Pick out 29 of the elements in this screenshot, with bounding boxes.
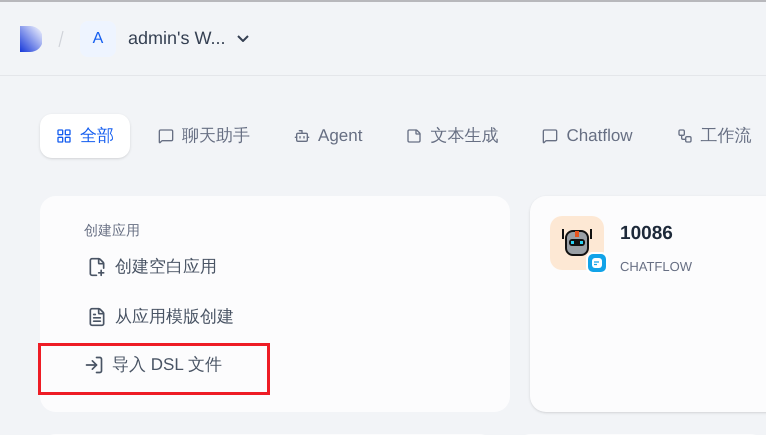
chat-icon [158, 128, 174, 144]
card-title: 创建应用 [84, 221, 141, 240]
chat-icon [542, 128, 558, 144]
workspace-avatar: A [80, 20, 116, 56]
create-option[interactable]: 从应用模版创建 [87, 298, 234, 336]
text-icon [406, 128, 422, 144]
app-card[interactable]: 10086 CHATFLOW [530, 196, 766, 412]
chevron-down-icon [237, 35, 250, 42]
category-tab[interactable]: Agent [278, 114, 378, 158]
breadcrumb-divider [58, 30, 64, 48]
category-tab[interactable]: 全部 [40, 114, 130, 158]
logo-icon[interactable] [20, 26, 42, 52]
app-name: 10086 [620, 222, 674, 246]
workspace-selector[interactable]: A admin's W... [80, 20, 250, 56]
import-icon [84, 355, 104, 375]
category-tab[interactable]: 聊天助手 [142, 114, 266, 158]
template-icon [87, 307, 107, 327]
workflow-icon [676, 128, 693, 144]
workspace-name: admin's W... [128, 27, 226, 50]
chat-badge-icon [586, 252, 608, 274]
app-type: CHATFLOW [620, 258, 692, 276]
blank-icon [87, 257, 107, 277]
category-tab[interactable]: 文本生成 [390, 114, 514, 158]
agent-icon [294, 128, 310, 144]
category-tab[interactable]: 工作流 [660, 114, 766, 158]
create-option[interactable]: 创建空白应用 [87, 248, 217, 286]
category-tab[interactable]: Chatflow [526, 114, 649, 158]
all-icon [56, 128, 72, 144]
create-option[interactable]: 导入 DSL 文件 [84, 346, 222, 384]
